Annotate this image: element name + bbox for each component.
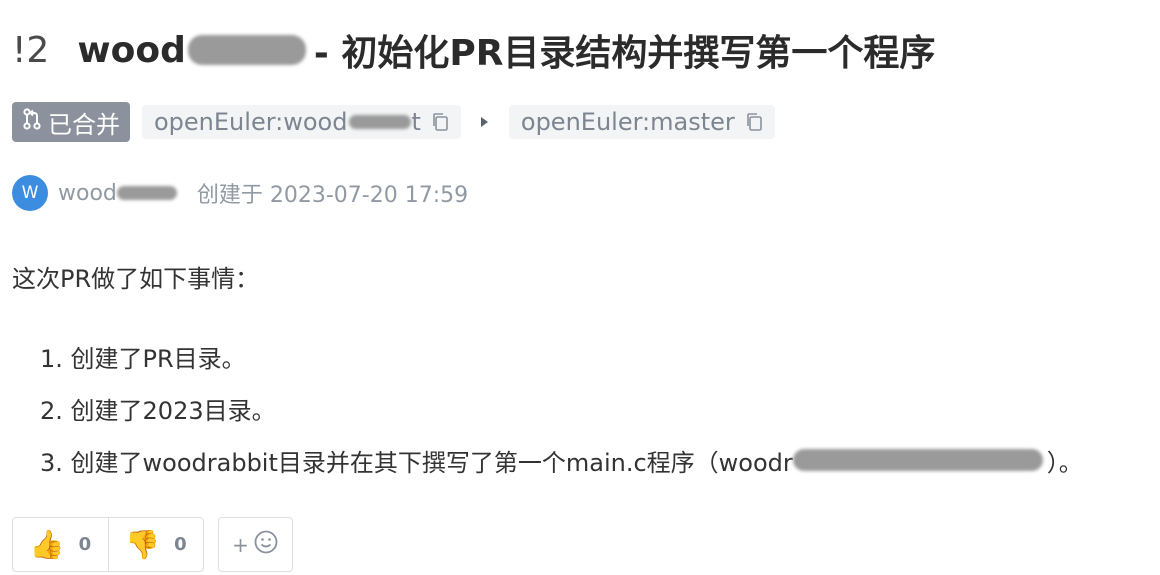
author-name-prefix: wood (58, 180, 117, 206)
thumbs-down-count: 0 (174, 534, 187, 555)
merged-status-badge: 已合并 (12, 102, 130, 142)
list-item-text: 2. 创建了2023目录。 (40, 396, 276, 425)
created-timestamp: 创建于 2023-07-20 17:59 (196, 183, 469, 208)
author-name[interactable]: wood (58, 181, 177, 206)
smiley-icon (253, 529, 279, 560)
author-row: W wood 创建于 2023-07-20 17:59 (12, 175, 468, 211)
copy-icon[interactable] (431, 112, 449, 132)
thumbs-down-button[interactable]: 👎 0 (108, 518, 203, 571)
thumbs-down-icon: 👎 (125, 527, 161, 561)
redacted-text (187, 35, 306, 65)
list-item: 2. 创建了2023目录。 (40, 382, 1083, 434)
pr-number: !2 (12, 29, 50, 71)
redacted-text (116, 186, 177, 200)
source-branch-prefix: openEuler:wood (154, 108, 348, 136)
list-item-text: 1. 创建了PR目录。 (40, 344, 246, 373)
pr-page: !2 wood - 初始化PR目录结构并撰写第一个程序 已合并 openEule… (0, 0, 1160, 575)
source-branch-chip[interactable]: openEuler:wood t (142, 105, 461, 139)
description-list: 1. 创建了PR目录。 2. 创建了2023目录。 3. 创建了woodrabb… (40, 330, 1083, 486)
copy-icon[interactable] (745, 112, 763, 132)
list-item: 1. 创建了PR目录。 (40, 330, 1083, 382)
thumbs-up-count: 0 (78, 534, 92, 555)
reaction-group: 👍 0 👎 0 (12, 517, 204, 572)
list-item-text: 3. 创建了woodrabbit目录并在其下撰写了第一个main.c程序（woo… (40, 448, 793, 477)
source-branch-tail: t (411, 108, 421, 136)
target-branch-chip[interactable]: openEuler:master (508, 105, 775, 139)
pr-title: wood - 初始化PR目录结构并撰写第一个程序 (77, 24, 935, 76)
merge-icon (22, 108, 42, 136)
pr-title-suffix: - 初始化PR目录结构并撰写第一个程序 (313, 33, 936, 74)
thumbs-up-icon: 👍 (29, 527, 65, 561)
merged-status-label: 已合并 (48, 110, 120, 139)
list-item-suffix: ）。 (1046, 448, 1083, 477)
thumbs-up-button[interactable]: 👍 0 (13, 518, 108, 571)
redacted-text (792, 449, 1043, 471)
branch-row: 已合并 openEuler:wood t openEuler:master (12, 102, 775, 142)
list-item: 3. 创建了woodrabbit目录并在其下撰写了第一个main.c程序（woo… (40, 434, 1083, 486)
description-intro: 这次PR做了如下事情： (12, 265, 260, 293)
arrow-right-icon (479, 115, 489, 129)
pr-title-row: !2 wood - 初始化PR目录结构并撰写第一个程序 (12, 24, 935, 76)
reactions-bar: 👍 0 👎 0 + (12, 517, 293, 572)
avatar[interactable]: W (12, 175, 48, 211)
pr-title-prefix: wood (77, 29, 186, 71)
add-reaction-plus: + (232, 532, 249, 557)
redacted-text (349, 115, 412, 129)
add-reaction-button[interactable]: + (218, 517, 293, 572)
target-branch-label: openEuler:master (520, 108, 735, 136)
